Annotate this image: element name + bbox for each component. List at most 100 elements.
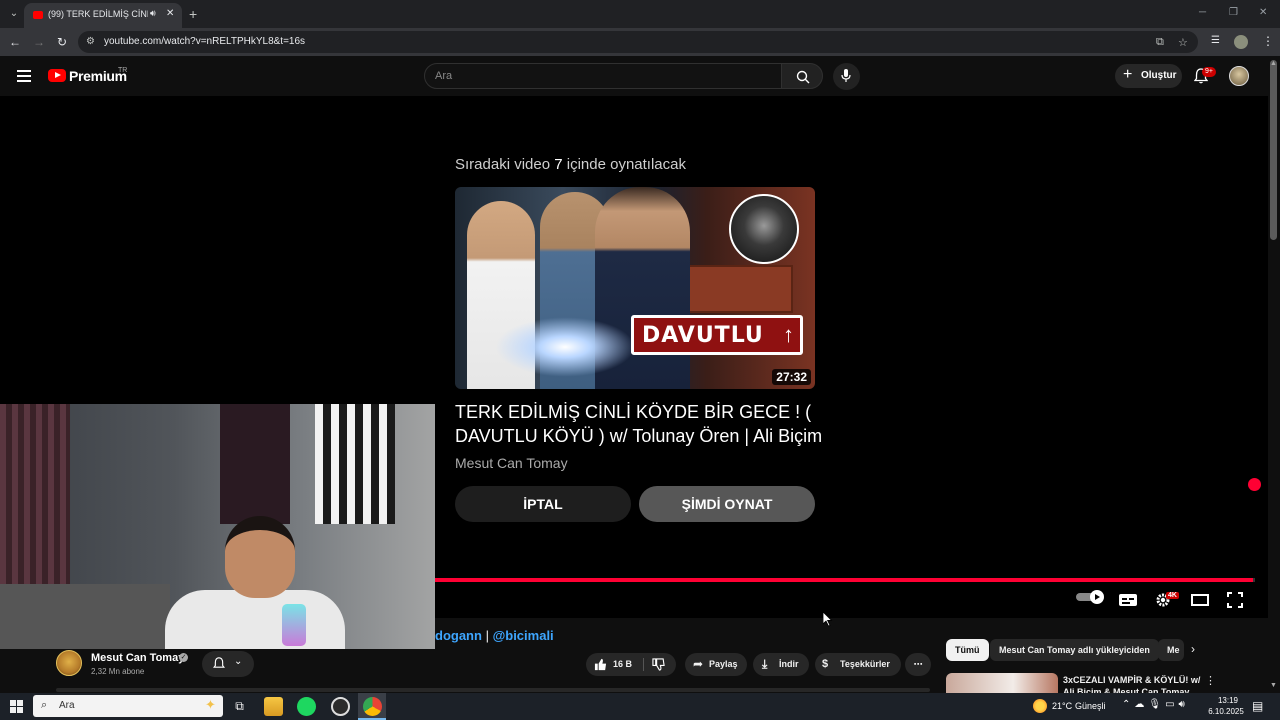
play-now-button[interactable]: ŞİMDİ OYNAT (639, 486, 815, 522)
recommended-video-thumbnail[interactable] (946, 673, 1058, 693)
windows-taskbar: ⌕ Ara ✦ ⧉ 21°C Güneşli ⌃☁🎙︎▭🔊︎ 13:19 6.1… (0, 693, 1280, 720)
search-button[interactable] (781, 63, 823, 89)
download-icon: ⤓ (762, 657, 768, 671)
youtube-favicon-icon (33, 11, 43, 19)
address-bar[interactable]: ⚙ youtube.com/watch?v=nRELTPHkYL8&t=16s … (78, 31, 1198, 53)
chip-from-uploader[interactable]: Mesut Can Tomay adlı yükleyiciden (990, 639, 1159, 661)
browser-toolbar: ← → ↻ ⚙ youtube.com/watch?v=nRELTPHkYL8&… (0, 28, 1280, 56)
install-app-icon[interactable]: ⧉ (1156, 36, 1164, 49)
autoplay-toggle-icon[interactable] (1076, 590, 1106, 604)
share-label: Paylaş (709, 659, 738, 669)
thumbs-down-icon (652, 658, 665, 671)
create-button[interactable]: + Oluştur (1115, 64, 1182, 88)
desc-link-bicimali[interactable]: @bicimali (493, 628, 554, 643)
new-tab-plus-icon[interactable]: + (189, 6, 197, 22)
scroll-down-arrow-icon[interactable]: ▼ (1270, 682, 1277, 689)
site-info-icon[interactable]: ⚙ (86, 36, 95, 47)
account-avatar[interactable] (1229, 66, 1249, 86)
clock-time[interactable]: 13:19 (1210, 696, 1246, 705)
video-duration: 27:32 (772, 369, 811, 385)
dislike-button[interactable] (644, 653, 676, 676)
file-explorer-icon[interactable] (264, 697, 283, 716)
video-player[interactable]: Sıradaki video 7 içinde oynatılacak DAVU… (0, 96, 1268, 649)
reading-list-icon[interactable]: ☰ (1211, 35, 1220, 46)
chip-partial[interactable]: Me (1158, 639, 1184, 661)
notification-center-icon[interactable]: ▤ (1252, 699, 1263, 713)
youtube-logo-icon[interactable] (48, 69, 66, 82)
profile-avatar[interactable] (1234, 35, 1248, 49)
theater-mode-icon[interactable] (1191, 594, 1209, 606)
voice-search-button[interactable] (833, 63, 860, 90)
share-arrow-icon: ➦ (693, 657, 704, 671)
maximize-icon[interactable]: ❐ (1229, 7, 1238, 18)
progress-scrubber-knob[interactable] (1248, 478, 1261, 491)
share-button[interactable]: ➦ Paylaş (685, 653, 747, 676)
search-placeholder: Ara (435, 70, 453, 82)
close-tab-icon[interactable]: ✕ (166, 8, 174, 19)
spotify-icon[interactable] (297, 697, 316, 716)
notification-count-badge: 9+ (1202, 67, 1216, 77)
flashlight-glow (495, 317, 635, 377)
like-button[interactable]: 16 B (586, 653, 642, 676)
webcam-jersey-striped (315, 404, 395, 524)
tab-search-chevron-icon[interactable]: ⌄ (6, 6, 22, 22)
chevron-down-icon: ⌄ (234, 656, 243, 667)
desc-separator: | (485, 628, 489, 643)
search-input[interactable]: Ara (424, 63, 782, 89)
thanks-label: Teşekkürler (840, 659, 890, 669)
progress-bar[interactable] (435, 578, 1255, 582)
sign-text: DAVUTLU (642, 323, 764, 348)
taskbar-search[interactable]: ⌕ Ara ✦ (33, 695, 223, 717)
chip-all[interactable]: Tümü (946, 639, 989, 661)
speaker-icon[interactable]: 🔊︎ (150, 8, 156, 19)
more-actions-icon[interactable]: ⋯ (905, 653, 931, 676)
streamer-webcam-overlay (0, 404, 435, 649)
channel-name[interactable]: Mesut Can Tomay (91, 652, 184, 664)
thanks-button[interactable]: $ Teşekkürler (815, 653, 901, 676)
fullscreen-icon[interactable] (1227, 592, 1243, 608)
autoplay-countdown-label: Sıradaki video 7 içinde oynatılacak (455, 156, 686, 173)
url-text[interactable]: youtube.com/watch?v=nRELTPHkYL8&t=16s (104, 36, 305, 47)
next-video-title[interactable]: TERK EDİLMİŞ CİNLİ KÖYDE BİR GECE ! ( DA… (455, 400, 835, 448)
weather-sun-icon[interactable] (1033, 699, 1047, 713)
cancel-autoplay-button[interactable]: İPTAL (455, 486, 631, 522)
forward-arrow-icon[interactable]: → (33, 35, 45, 49)
reload-icon[interactable]: ↻ (57, 35, 67, 49)
page-scrollbar-thumb[interactable] (1270, 60, 1277, 240)
weather-temperature[interactable]: 21°C (1052, 701, 1072, 711)
microphone-icon (841, 69, 851, 82)
browser-tab[interactable]: (99) TERK EDİLMİŞ CİNLİ KÖ 🔊︎ ✕ (24, 3, 182, 28)
system-tray-icons[interactable]: ⌃☁🎙︎▭🔊︎ (1122, 699, 1189, 710)
clock-date[interactable]: 6.10.2025 (1204, 707, 1248, 716)
task-view-icon[interactable]: ⧉ (230, 697, 249, 716)
next-video-thumbnail[interactable]: DAVUTLU ↑ 27:32 (455, 187, 815, 389)
back-arrow-icon[interactable]: ← (9, 35, 21, 49)
channel-avatar[interactable] (56, 650, 82, 676)
recommended-video-title[interactable]: 3xCEZALI VAMPİR & KÖYLÜ! w/ Ali Biçim & … (1063, 674, 1203, 694)
subtitles-icon[interactable] (1118, 593, 1138, 607)
subscription-bell-button[interactable]: ⌄ (202, 651, 254, 677)
chrome-icon[interactable] (363, 697, 382, 716)
village-sign: DAVUTLU ↑ (631, 315, 803, 355)
weather-condition[interactable]: Güneşli (1075, 701, 1106, 711)
search-icon: ⌕ (41, 699, 48, 711)
windows-start-icon[interactable] (10, 700, 23, 713)
desc-link-dogann[interactable]: dogann (435, 628, 482, 643)
progress-fill (435, 578, 1253, 582)
mouse-cursor-icon (823, 612, 833, 627)
bookmark-star-icon[interactable]: ☆ (1178, 36, 1188, 49)
download-button[interactable]: ⤓ İndir (753, 653, 809, 676)
subscriber-count: 2,32 Mn abone (91, 667, 145, 676)
description-links: dogann | @bicimali (435, 628, 554, 643)
up-arrow-icon: ↑ (783, 322, 794, 347)
obs-icon[interactable] (331, 697, 350, 716)
super-thanks-icon: $ (822, 658, 829, 670)
recommended-more-icon[interactable]: ⋮ (1205, 674, 1216, 687)
verified-check-icon: ✓ (179, 653, 188, 662)
minimize-icon[interactable]: ─ (1199, 7, 1206, 18)
scroll-up-arrow-icon[interactable]: ▲ (1270, 60, 1277, 67)
hamburger-menu-icon[interactable] (17, 70, 31, 82)
window-close-icon[interactable]: ✕ (1259, 7, 1267, 18)
browser-menu-icon[interactable]: ⋮ (1262, 34, 1274, 48)
chevron-right-icon[interactable]: › (1191, 642, 1195, 656)
